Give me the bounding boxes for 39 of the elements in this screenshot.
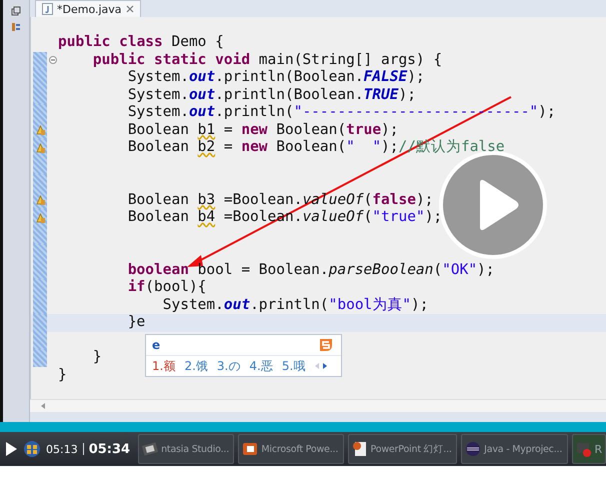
taskbar-button[interactable]: Java - Myprojec... xyxy=(461,434,568,464)
code-line: }e xyxy=(128,314,146,332)
current-time: 05:13 xyxy=(46,442,78,456)
code-line: } xyxy=(92,349,102,366)
outline-icon xyxy=(11,22,21,32)
ime-candidate[interactable]: 5.哦 xyxy=(282,358,306,374)
ime-candidate[interactable]: 2.饿 xyxy=(184,358,208,374)
play-icon[interactable] xyxy=(5,441,18,457)
code-line: } xyxy=(58,366,67,384)
eclipse-icon xyxy=(465,441,482,457)
record-icon xyxy=(576,441,592,457)
duration: 05:34 xyxy=(88,442,130,456)
editor-tab[interactable]: *Demo.java xyxy=(35,0,141,17)
ime-input-text: e xyxy=(152,338,162,352)
ime-candidate[interactable]: 3.の xyxy=(216,358,240,374)
taskbar-button[interactable]: Microsoft Powe... xyxy=(238,434,344,464)
code-line: Boolean b2 = new Boolean(" ");//默认为false xyxy=(128,139,505,156)
scroll-left-icon xyxy=(40,402,46,410)
page-arrows-icon xyxy=(314,362,328,370)
code-line: Boolean b1 = new Boolean(true); xyxy=(128,122,399,139)
java-file-icon xyxy=(42,3,53,15)
code-line: System.out.println(Boolean.FALSE); xyxy=(128,69,425,86)
start-orb-icon xyxy=(23,440,41,458)
code-line: System.out.println(Boolean.TRUE); xyxy=(128,86,416,104)
close-icon xyxy=(126,5,134,13)
horizontal-scrollbar[interactable] xyxy=(30,399,606,412)
restore-icon xyxy=(11,6,21,16)
slide-document-icon xyxy=(352,441,368,457)
ime-candidate[interactable]: 1.额 xyxy=(152,358,176,374)
code-line: if(bool){ xyxy=(128,279,206,296)
presentation-icon xyxy=(242,441,258,457)
taskbar-button[interactable]: R xyxy=(572,434,606,464)
ime-candidate[interactable]: 4.恶 xyxy=(249,358,273,374)
code-line: System.out.println("bool为真"); xyxy=(162,296,428,314)
taskbar-button[interactable]: ntasia Studio... xyxy=(138,434,234,464)
code-line: public static void main(String[] args) { xyxy=(92,52,442,69)
taskbar-button[interactable]: PowerPoint 幻灯... xyxy=(348,434,458,464)
code-line: public class Demo { xyxy=(58,34,224,52)
code-line: boolean bool = Boolean.parseBoolean("OK"); xyxy=(128,262,495,279)
